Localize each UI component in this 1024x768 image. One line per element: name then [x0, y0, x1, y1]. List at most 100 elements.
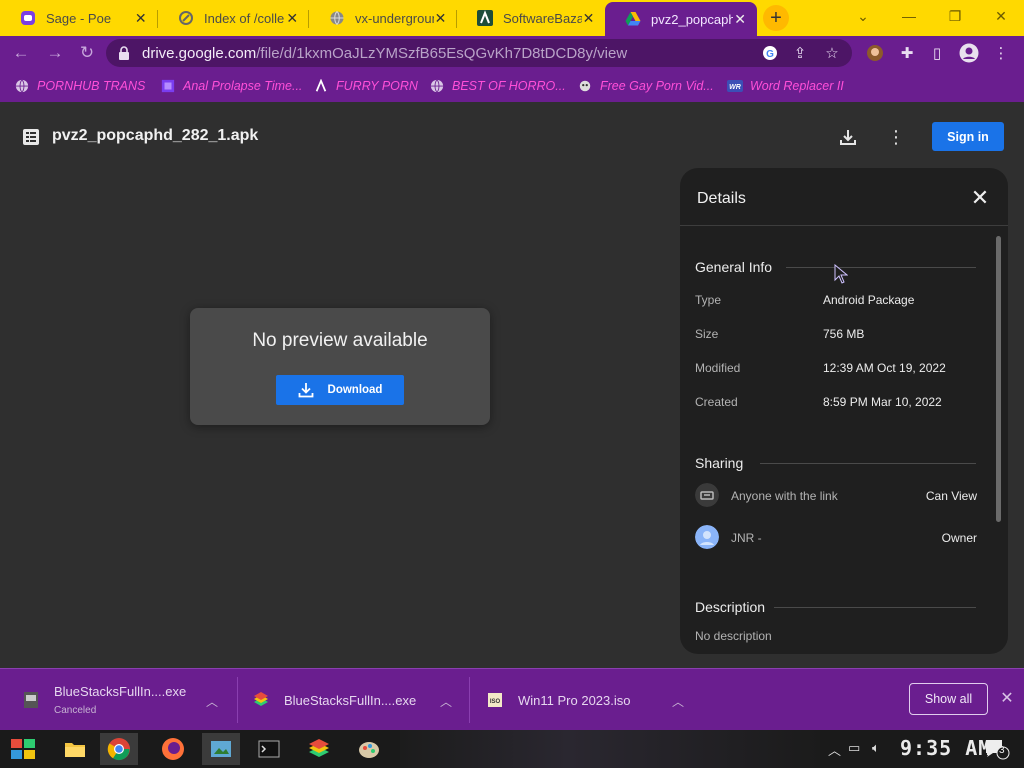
link-icon — [695, 483, 719, 507]
address-bar[interactable]: drive.google.com/file/d/1kxmOaJLzYMSzfB6… — [106, 39, 852, 67]
file-name: pvz2_popcaphd_282_1.apk — [52, 127, 259, 144]
tab-title: SoftwareBazaa — [503, 10, 582, 26]
tab-poe[interactable]: Sage - Poe ✕ — [0, 2, 158, 34]
chevron-up-icon[interactable]: ︿ — [672, 693, 686, 709]
close-window-button[interactable]: ✕ — [978, 4, 1024, 28]
tab-title: vx-undergroun — [355, 10, 434, 26]
chrome-icon[interactable] — [100, 733, 138, 765]
notification-center-icon[interactable]: 3 — [984, 738, 1010, 760]
description-heading: Description — [695, 599, 766, 615]
details-panel: Details ✕ General Info Type Android Pack… — [680, 168, 1008, 654]
download-status: Canceled — [54, 705, 97, 716]
url-domain: drive.google.com — [142, 45, 257, 62]
share-icon[interactable]: ⇪ — [790, 43, 810, 63]
svg-text:G: G — [766, 49, 774, 60]
lock-icon — [119, 46, 129, 60]
show-all-button[interactable]: Show all — [909, 683, 988, 715]
more-options-icon[interactable]: ⋮ — [885, 126, 907, 148]
new-tab-button[interactable]: + — [763, 5, 789, 31]
chevron-up-icon[interactable]: ︿ — [206, 693, 220, 709]
tab-strip: Sage - Poe ✕ Index of /colle ✕ vx-underg… — [0, 0, 1024, 36]
details-scrollbar[interactable] — [996, 236, 1001, 522]
mouse-cursor-icon — [834, 264, 848, 284]
tab-index[interactable]: Index of /colle ✕ — [158, 2, 309, 34]
file-type-icon — [23, 129, 39, 145]
file-explorer-icon[interactable] — [56, 733, 94, 765]
close-tab-icon[interactable]: ✕ — [434, 10, 447, 27]
volume-icon[interactable]: 🔈︎ — [872, 740, 880, 756]
start-button[interactable] — [4, 733, 42, 765]
app-window-icon[interactable] — [202, 733, 240, 765]
profile-avatar-icon[interactable] — [958, 42, 980, 64]
no-preview-card: No preview available Download — [190, 308, 490, 425]
back-button[interactable]: ← — [10, 42, 32, 64]
info-label-size: Size — [695, 327, 719, 341]
forward-button[interactable]: → — [44, 42, 66, 64]
bookmark-item[interactable]: WR Word Replacer II — [727, 78, 844, 94]
close-tab-icon[interactable]: ✕ — [285, 10, 299, 27]
description-text: No description — [695, 629, 772, 643]
close-tab-icon[interactable]: ✕ — [133, 10, 148, 27]
bookmark-item[interactable]: Anal Prolapse Time... — [160, 78, 302, 94]
avatar-icon — [695, 525, 719, 549]
taskbar-clock[interactable]: 9:35 AM — [900, 736, 991, 760]
paint-icon[interactable] — [350, 733, 388, 765]
share-entry-role: Can View — [925, 489, 977, 503]
close-icon[interactable]: ✕ — [998, 689, 1016, 707]
reload-button[interactable]: ↻ — [76, 42, 98, 64]
divider — [786, 267, 976, 268]
bookmark-item[interactable]: Free Gay Porn Vid... — [577, 78, 714, 94]
firefox-icon[interactable] — [154, 733, 192, 765]
minimize-button[interactable]: — — [886, 4, 932, 28]
info-label-modified: Modified — [695, 361, 741, 375]
download-item[interactable]: ISO Win11 Pro 2023.iso ︿ — [486, 669, 696, 731]
close-tab-icon[interactable]: ✕ — [582, 10, 595, 27]
info-value-modified: 12:39 AM Oct 19, 2022 — [823, 361, 946, 375]
download-button-label: Download — [327, 384, 383, 396]
tab-softwarebazaar[interactable]: SoftwareBazaa ✕ — [457, 2, 605, 34]
url-path: /file/d/1kxmOaJLzYMSzfB65EsQGvKh7D8tDCD8… — [256, 45, 628, 62]
chevron-up-icon[interactable]: ︿ — [440, 693, 454, 709]
info-value-size: 756 MB — [823, 327, 865, 341]
terminal-icon[interactable] — [250, 733, 288, 765]
tab-title: pvz2_popcaphd — [651, 11, 734, 27]
globe-icon — [429, 78, 445, 94]
extensions-puzzle-icon[interactable]: ✚ — [896, 42, 918, 64]
download-item[interactable]: BlueStacksFullIn....exe Canceled ︿ — [22, 669, 232, 731]
tab-drive-active[interactable]: pvz2_popcaphd ✕ — [605, 2, 757, 36]
show-hidden-icons[interactable]: ︿ — [828, 740, 841, 759]
tab-title: Sage - Poe — [46, 10, 112, 26]
bookmarks-bar: PORNHUB TRANS Anal Prolapse Time... FURR… — [0, 70, 1024, 102]
bookmark-star-icon[interactable]: ☆ — [822, 43, 842, 63]
bluestacks-icon[interactable] — [300, 733, 338, 765]
download-shelf: BlueStacksFullIn....exe Canceled ︿ BlueS… — [0, 668, 1024, 730]
info-label-type: Type — [695, 293, 722, 307]
download-button[interactable]: Download — [276, 375, 404, 405]
sign-in-button[interactable]: Sign in — [932, 122, 1004, 151]
divider — [760, 463, 976, 464]
download-icon[interactable] — [837, 126, 859, 148]
profile-extension-icon[interactable] — [864, 42, 886, 64]
bookmark-label: BEST OF HORRO... — [452, 79, 566, 93]
globe-icon — [14, 78, 30, 94]
share-entry-name: JNR - — [731, 531, 762, 545]
close-tab-icon[interactable]: ✕ — [733, 11, 747, 28]
restore-button[interactable]: ❐ — [932, 4, 978, 28]
download-item[interactable]: BlueStacksFullIn....exe ︿ — [252, 669, 462, 731]
details-title: Details — [697, 190, 746, 207]
network-icon[interactable]: ▭ — [848, 740, 860, 756]
close-icon[interactable]: ✕ — [968, 185, 992, 210]
tab-vx[interactable]: vx-undergroun ✕ — [309, 2, 457, 34]
browser-menu-icon[interactable]: ⋮ — [990, 42, 1012, 64]
bluestacks-icon — [252, 691, 270, 709]
download-filename: BlueStacksFullIn....exe — [54, 684, 187, 699]
side-panel-icon[interactable]: ▯ — [926, 42, 948, 64]
divider — [774, 607, 976, 608]
bookmark-label: Word Replacer II — [750, 79, 844, 93]
bookmark-item[interactable]: FURRY PORN — [313, 78, 418, 94]
bookmark-icon — [160, 78, 176, 94]
bookmark-item[interactable]: BEST OF HORRO... — [429, 78, 566, 94]
google-icon[interactable]: G — [760, 43, 780, 63]
tab-search-icon[interactable]: ⌄ — [840, 4, 886, 28]
bookmark-item[interactable]: PORNHUB TRANS — [14, 78, 145, 94]
